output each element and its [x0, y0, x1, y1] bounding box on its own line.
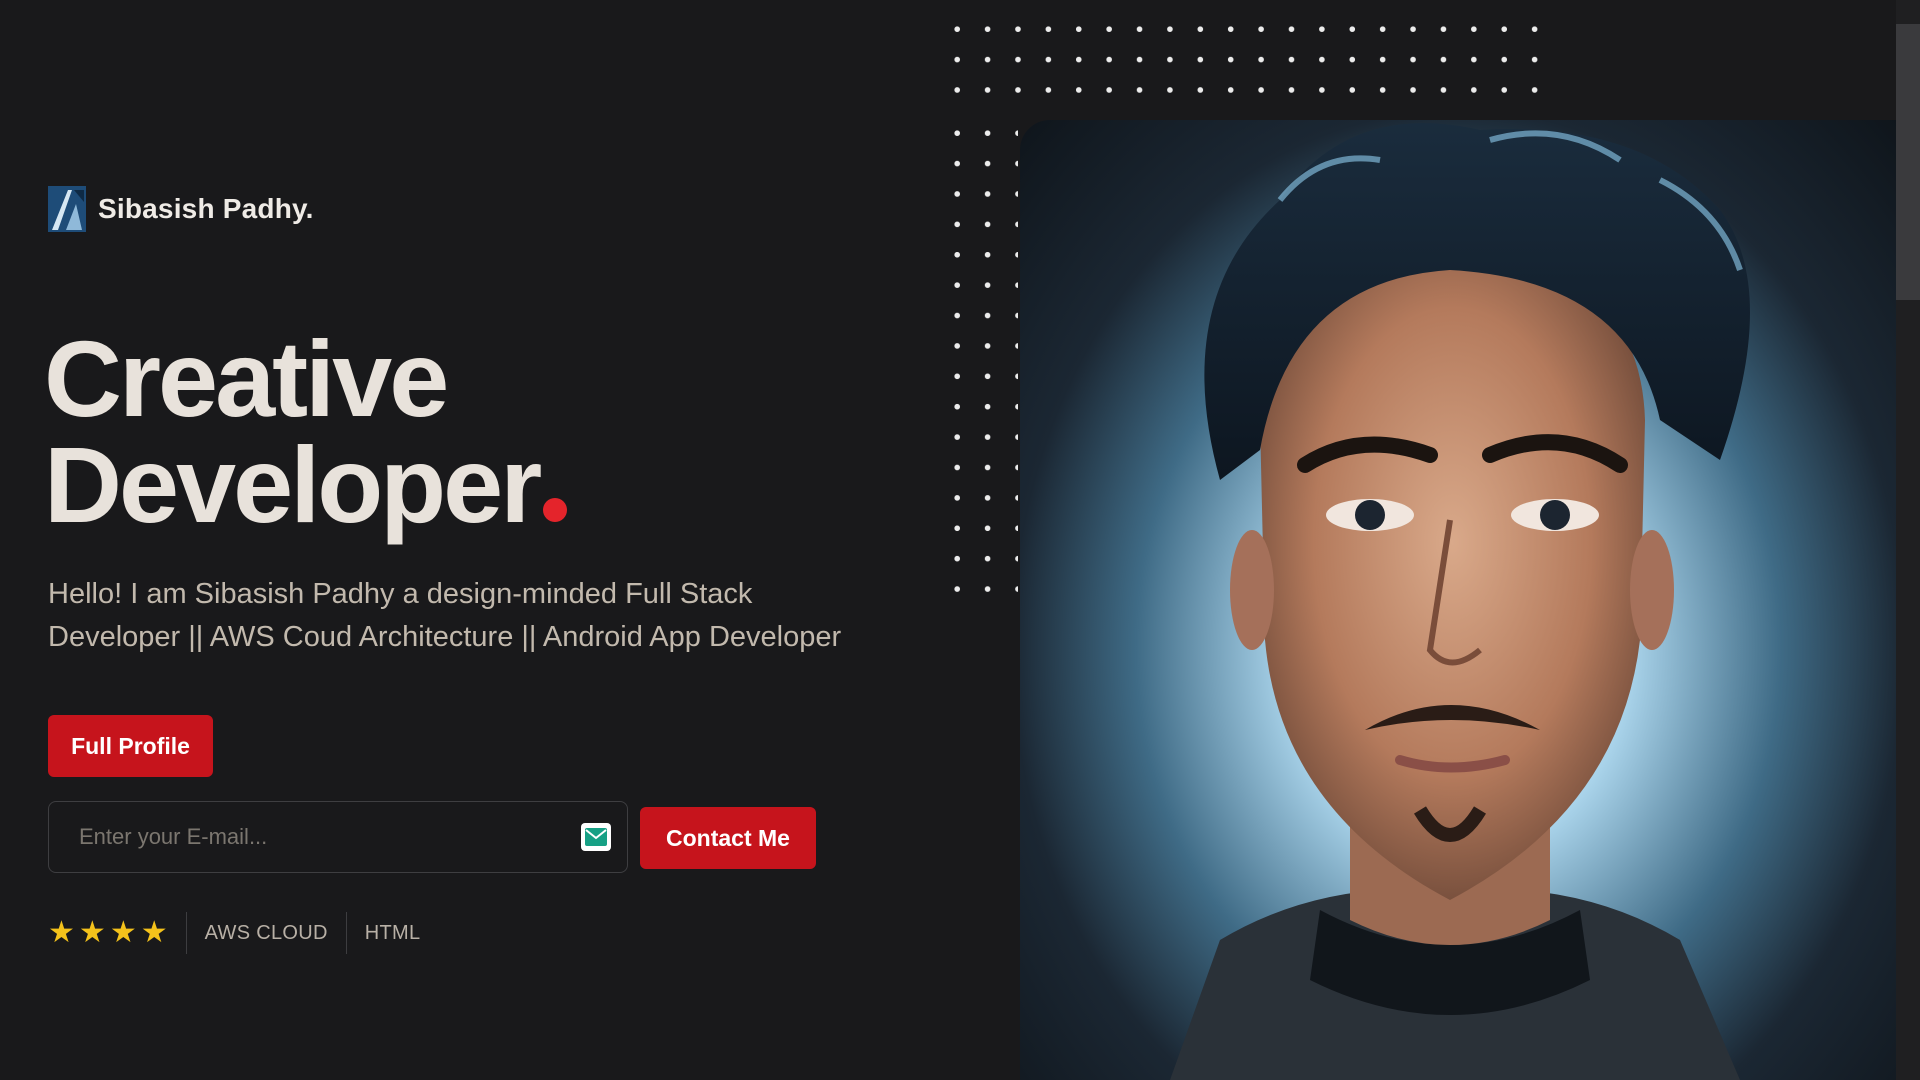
contact-me-button[interactable]: Contact Me [640, 807, 816, 869]
skill-tag-aws-cloud: AWS CLOUD [204, 921, 328, 944]
skills-row: ★ ★ ★ ★ AWS CLOUD HTML [48, 912, 438, 954]
dot-pattern-side [942, 118, 1018, 598]
dot-pattern-top [942, 14, 1557, 114]
email-input[interactable] [49, 823, 581, 851]
full-profile-button[interactable]: Full Profile [48, 715, 213, 777]
intro-text: Hello! I am Sibasish Padhy a design-mind… [48, 578, 842, 653]
skill-tag-html: HTML [364, 921, 421, 944]
profile-portrait-image [1020, 120, 1896, 1080]
star-icon: ★ [48, 916, 75, 949]
rating-stars: ★ ★ ★ ★ [48, 918, 186, 948]
hero-headline: Creative Developer [44, 325, 568, 539]
mail-icon [581, 823, 611, 851]
scrollbar-track[interactable] [1896, 0, 1920, 1080]
star-icon: ★ [109, 916, 137, 949]
headline-line-1: Creative [44, 318, 449, 439]
email-field[interactable] [48, 801, 628, 873]
star-icon: ★ [140, 916, 168, 949]
headline-line-2: Developer [44, 424, 542, 545]
star-icon: ★ [78, 916, 106, 949]
brand-name: Sibasish Padhy. [98, 193, 314, 224]
accent-dot [543, 498, 568, 522]
brand-logo-icon [48, 186, 86, 232]
scrollbar-thumb[interactable] [1896, 24, 1920, 300]
brand[interactable]: Sibasish Padhy. [48, 186, 314, 232]
